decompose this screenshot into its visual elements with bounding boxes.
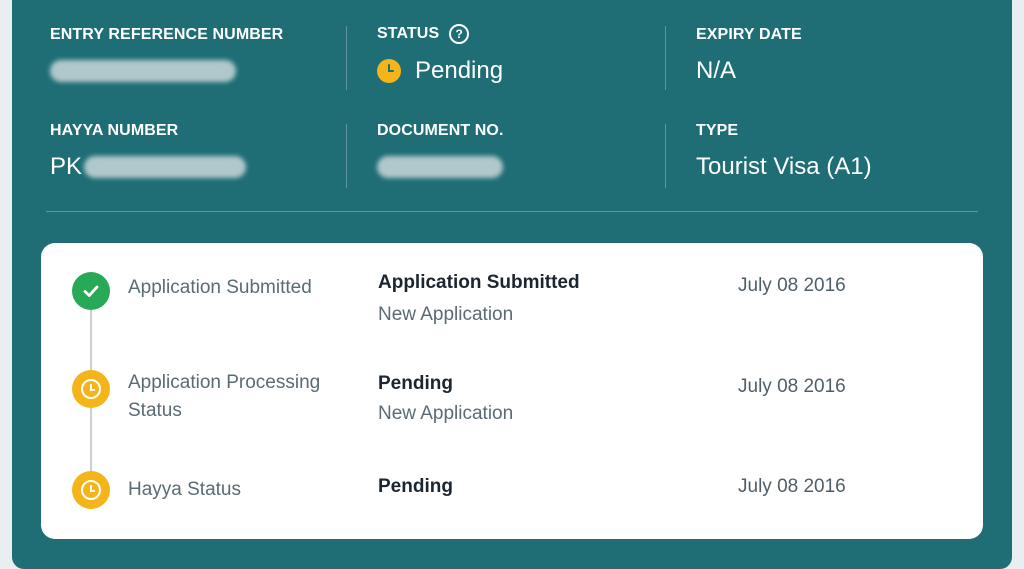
entry-reference-label: ENTRY REFERENCE NUMBER: [50, 26, 284, 43]
divider: [665, 26, 666, 90]
timeline-connector: [90, 310, 92, 372]
divider: [665, 124, 666, 188]
type-label: TYPE: [696, 122, 739, 139]
divider: [346, 124, 347, 188]
help-icon[interactable]: ?: [449, 24, 470, 44]
document-number-label: DOCUMENT NO.: [377, 122, 504, 139]
hayya-number-label: HAYYA NUMBER: [50, 122, 179, 139]
timeline-step-date: July 08 2016: [738, 275, 846, 296]
document-number-field: DOCUMENT NO.: [377, 122, 504, 182]
timeline-step-substatus: New Application: [378, 403, 514, 424]
clock-icon: [72, 471, 110, 509]
status-timeline: Application Submitted Application Submit…: [41, 243, 983, 539]
timeline-step-name: Application Submitted: [128, 277, 312, 298]
timeline-step-name: Application Processing Status: [128, 372, 321, 421]
timeline-step-status: Pending: [378, 373, 453, 394]
expiry-date-field: EXPIRY DATE N/A: [696, 26, 802, 86]
visa-info-grid: ENTRY REFERENCE NUMBER STATUS ? Pending …: [12, 0, 1012, 212]
divider: [346, 26, 347, 90]
section-divider: [46, 211, 978, 212]
timeline-step-date: July 08 2016: [738, 376, 846, 397]
entry-reference-value-redacted: [50, 60, 236, 82]
clock-icon: [72, 370, 110, 408]
hayya-number-field: HAYYA NUMBER PK: [50, 122, 247, 182]
visa-status-card: ENTRY REFERENCE NUMBER STATUS ? Pending …: [12, 0, 1012, 569]
status-field: STATUS ? Pending: [377, 24, 503, 86]
timeline-step-status: Application Submitted: [378, 272, 580, 293]
timeline-step-substatus: New Application: [378, 304, 514, 325]
hayya-number-prefix: PK: [50, 153, 83, 180]
status-value: Pending: [415, 57, 504, 84]
document-number-value-redacted: [377, 156, 503, 178]
timeline-step-date: July 08 2016: [738, 476, 846, 497]
hayya-number-value-redacted: [84, 156, 247, 178]
expiry-date-label: EXPIRY DATE: [696, 26, 802, 43]
type-field: TYPE Tourist Visa (A1): [696, 122, 872, 182]
timeline-step-status: Pending: [378, 476, 453, 497]
type-value: Tourist Visa (A1): [696, 153, 872, 180]
status-label: STATUS: [377, 25, 440, 42]
check-icon: [72, 272, 110, 310]
timeline-connector: [90, 408, 92, 472]
entry-reference-field: ENTRY REFERENCE NUMBER: [50, 26, 283, 86]
timeline-step-name: Hayya Status: [128, 479, 241, 500]
expiry-date-value: N/A: [696, 57, 737, 84]
clock-icon: [377, 59, 401, 83]
